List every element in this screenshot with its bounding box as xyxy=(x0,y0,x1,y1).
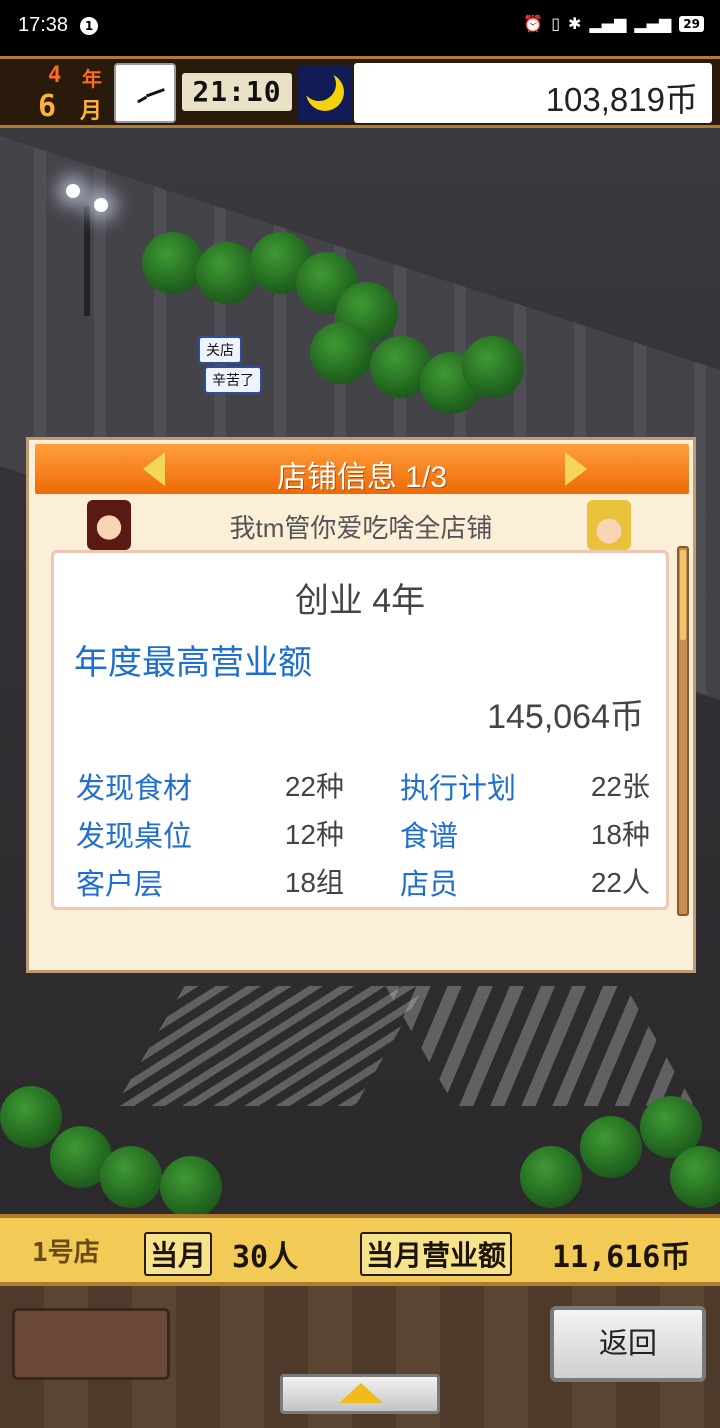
up-arrow-icon xyxy=(339,1383,383,1403)
best-sales-value: 145,064币 xyxy=(487,698,644,736)
battery-icon: 29 xyxy=(679,15,704,32)
signal-icon: ▂▄▆ xyxy=(589,14,627,33)
shop-number: 1号店 xyxy=(32,1238,100,1268)
year-number: 4 xyxy=(48,63,62,88)
street-lamp xyxy=(84,206,90,316)
empty-slot xyxy=(12,1308,170,1380)
best-sales-label: 年度最高营业额 xyxy=(74,644,312,682)
tree xyxy=(142,232,204,294)
status-bar: 17:38 1 ⏰ ▯ ✱ ▂▄▆ ▂▄▆ 29 xyxy=(0,0,720,56)
crosswalk xyxy=(115,986,425,1106)
month-number: 6 xyxy=(38,89,57,124)
stat-label-tables: 发现桌位 xyxy=(76,821,193,853)
bottom-status-bar: 1号店 当月 30人 当月营业额 11,616币 xyxy=(0,1214,720,1286)
monthly-sales-value: 11,616币 xyxy=(552,1240,691,1275)
alarm-icon: ⏰ xyxy=(523,14,544,33)
panel-title: 店铺信息 1/3 xyxy=(276,461,448,494)
tree xyxy=(310,322,372,384)
lamp-light-icon xyxy=(66,184,80,198)
clock-time: 21:10 xyxy=(182,73,292,111)
tree xyxy=(100,1146,162,1208)
bottom-controls: 返回 xyxy=(0,1286,720,1428)
monthly-sales-label: 当月营业额 xyxy=(360,1232,513,1276)
founded-years: 创业 4年 xyxy=(294,582,426,620)
tree xyxy=(670,1146,720,1208)
info-card: 创业 4年 年度最高营业额 145,064币 发现食材 22种 执行计划 22张… xyxy=(51,550,669,910)
bluetooth-icon: ✱ xyxy=(568,14,582,33)
tree xyxy=(580,1116,642,1178)
this-month-tag: 当月 xyxy=(144,1232,213,1276)
date-display: 4 年 6 月 xyxy=(36,61,108,125)
tree xyxy=(462,336,524,398)
tree xyxy=(0,1086,62,1148)
crosswalk xyxy=(385,986,695,1106)
scrollbar-thumb[interactable] xyxy=(680,550,686,640)
top-hud: 4 年 6 月 21:10 103,819币 xyxy=(0,56,720,128)
expand-menu-button[interactable] xyxy=(280,1374,440,1414)
money-value: 103,819币 xyxy=(545,81,698,118)
night-indicator xyxy=(298,65,352,121)
tree xyxy=(196,242,258,304)
stat-value-customers: 18组 xyxy=(284,867,344,898)
stat-label-ingredients: 发现食材 xyxy=(76,773,193,805)
staff-avatar-right xyxy=(587,500,631,550)
status-time: 17:38 xyxy=(18,14,69,36)
year-unit: 年 xyxy=(82,67,102,91)
notification-count-icon: 1 xyxy=(80,17,98,35)
stat-label-recipes: 食谱 xyxy=(400,821,459,853)
status-icons: ⏰ ▯ ✱ ▂▄▆ ▂▄▆ 29 xyxy=(523,14,704,33)
vibrate-icon: ▯ xyxy=(551,14,561,33)
back-button[interactable]: 返回 xyxy=(550,1306,706,1382)
moon-icon xyxy=(302,67,344,111)
lamp-light-icon xyxy=(94,198,108,212)
monthly-customers: 30人 xyxy=(232,1240,299,1275)
tree xyxy=(160,1156,222,1216)
month-unit: 月 xyxy=(80,99,103,124)
stat-label-plans: 执行计划 xyxy=(400,773,517,805)
money-display: 103,819币 xyxy=(354,63,712,123)
panel-header: 店铺信息 1/3 xyxy=(35,444,689,494)
panel-scrollbar[interactable] xyxy=(677,546,689,916)
speech-bubble: 辛苦了 xyxy=(204,366,262,394)
stat-value-staff: 22人 xyxy=(590,867,650,898)
stat-value-ingredients: 22种 xyxy=(284,771,344,802)
clock-icon xyxy=(114,63,176,123)
stat-value-plans: 22张 xyxy=(590,771,650,802)
tree xyxy=(520,1146,582,1208)
stat-label-staff: 店员 xyxy=(400,869,459,901)
stat-label-customers: 客户层 xyxy=(76,869,164,901)
stat-value-recipes: 18种 xyxy=(590,819,650,850)
signal-icon-2: ▂▄▆ xyxy=(634,14,672,33)
store-info-panel: 店铺信息 1/3 我tm管你爱吃啥全店铺 创业 4年 年度最高营业额 145,0… xyxy=(26,437,696,973)
next-page-arrow-icon[interactable] xyxy=(565,452,587,486)
stat-value-tables: 12种 xyxy=(284,819,344,850)
speech-bubble: 关店 xyxy=(198,336,242,364)
